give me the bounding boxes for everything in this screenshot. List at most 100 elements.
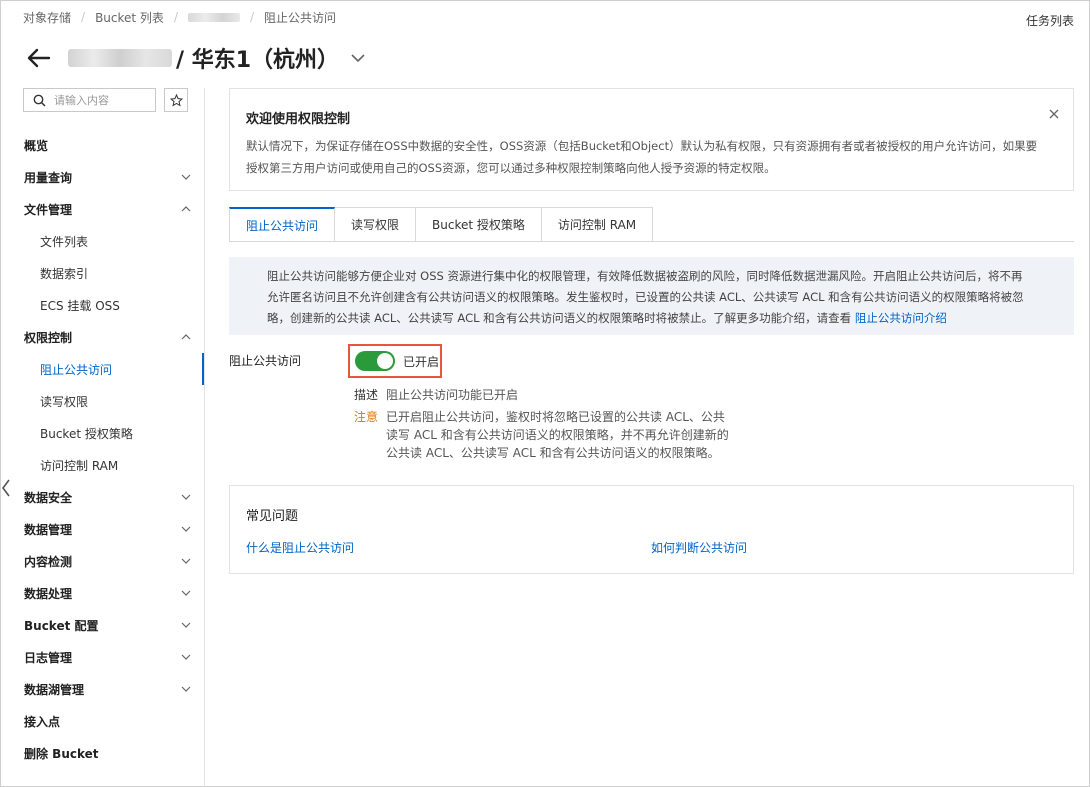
- sidebar-item-label: 日志管理: [24, 650, 73, 665]
- chevron-left-icon: [2, 479, 10, 497]
- sidebar-item[interactable]: 数据安全: [0, 481, 204, 513]
- warning-line: 已开启阻止公共访问，鉴权时将忽略已设置的公共读 ACL、公共: [386, 410, 725, 424]
- sidebar: 概览用量查询文件管理文件列表数据索引 ECS 挂载 OSS 权限控制阻止公共访问读写…: [0, 88, 205, 787]
- faq-link-what-is[interactable]: 什么是阻止公共访问: [246, 539, 354, 556]
- breadcrumb-separator: /: [81, 10, 86, 24]
- welcome-text-line: 默认情况下，为保证存储在OSS中数据的安全性，OSS资源（包括Bucket和Ob…: [246, 139, 1038, 153]
- warning-value: 已开启阻止公共访问，鉴权时将忽略已设置的公共读 ACL、公共 读写 ACL 和含有…: [386, 408, 736, 462]
- notice-line-with-link: 略，创建新的公共读 ACL、公共读写 ACL 和含有公共访问语义的权限策略时将被…: [267, 308, 1064, 329]
- page-title: / 华东1（杭州）: [176, 48, 340, 73]
- sidebar-item[interactable]: 数据处理: [0, 577, 204, 609]
- breadcrumb-bucket-list[interactable]: Bucket 列表: [95, 9, 164, 26]
- tab-divider: [229, 241, 1074, 242]
- welcome-title: 欢迎使用权限控制: [246, 112, 351, 127]
- sidebar-item[interactable]: 用量查询: [0, 161, 204, 193]
- sidebar-item-label: 接入点: [24, 714, 61, 729]
- chevron-down-icon: [181, 590, 191, 596]
- welcome-panel: 欢迎使用权限控制 默认情况下，为保证存储在OSS中数据的安全性，OSS资源（包括…: [229, 88, 1074, 191]
- sidebar-item-label: 数据索引: [40, 266, 89, 281]
- sidebar-item[interactable]: 文件列表: [0, 225, 204, 257]
- sidebar-item-label: 访问控制 RAM: [40, 458, 119, 473]
- warning-key: 注意: [354, 410, 379, 424]
- chevron-down-icon: [181, 622, 191, 628]
- chevron-down-icon: [181, 686, 191, 692]
- sidebar-search: [23, 88, 156, 112]
- chevron-down-icon[interactable]: [349, 49, 367, 67]
- toggle-status-label: 已开启: [403, 354, 440, 369]
- sidebar-item-label: 阻止公共访问: [40, 362, 113, 377]
- breadcrumb-bucket-name-redacted[interactable]: [187, 12, 240, 22]
- sidebar-item[interactable]: ECS 挂载 OSS: [0, 289, 204, 321]
- tab-bar: 阻止公共访问 读写权限 Bucket 授权策略 访问控制 RAM: [229, 207, 654, 242]
- sidebar-item[interactable]: Bucket 授权策略: [0, 417, 204, 449]
- sidebar-item[interactable]: 内容检测: [0, 545, 204, 577]
- notice-line: 阻止公共访问能够方便企业对 OSS 资源进行集中化的权限管理，有效降低数据被盗刷…: [267, 269, 1023, 283]
- warning-row: 注意 已开启阻止公共访问，鉴权时将忽略已设置的公共读 ACL、公共 读写 ACL 和…: [354, 408, 736, 462]
- sidebar-item-label: 概览: [24, 138, 49, 153]
- sidebar-item-label: 数据安全: [24, 490, 73, 505]
- sidebar-item[interactable]: 数据索引: [0, 257, 204, 289]
- sidebar-item-label: ECS 挂载 OSS: [40, 298, 120, 313]
- star-icon: [169, 93, 183, 107]
- warning-line: 读写 ACL 和含有公共访问语义的权限策略，并不再允许创建新的: [386, 428, 729, 442]
- faq-link-how-to-judge[interactable]: 如何判断公共访问: [651, 539, 747, 556]
- faq-panel: 常见问题 什么是阻止公共访问 如何判断公共访问: [229, 485, 1074, 574]
- sidebar-item[interactable]: 概览: [0, 129, 204, 161]
- sidebar-item[interactable]: 数据管理: [0, 513, 204, 545]
- sidebar-item-label: 数据管理: [24, 522, 73, 537]
- breadcrumb: 对象存储 / Bucket 列表 / / 阻止公共访问: [23, 9, 336, 25]
- warning-line: 公共读 ACL、公共读写 ACL 和含有公共访问语义的权限策略。: [386, 446, 720, 460]
- block-public-access-label: 阻止公共访问: [229, 354, 302, 368]
- description-key: 描述: [354, 388, 379, 402]
- sidebar-item-label: Bucket 配置: [24, 618, 99, 633]
- favorite-button[interactable]: [164, 88, 188, 112]
- sidebar-item[interactable]: 日志管理: [0, 641, 204, 673]
- bucket-name-redacted: [68, 49, 172, 67]
- chevron-down-icon: [181, 526, 191, 532]
- breadcrumb-separator: /: [173, 10, 178, 24]
- sidebar-item[interactable]: 接入点: [0, 705, 204, 737]
- sidebar-item-label: 用量查询: [24, 170, 73, 185]
- close-icon[interactable]: [1047, 107, 1061, 121]
- tab-read-write-acl[interactable]: 读写权限: [335, 207, 417, 242]
- sidebar-item[interactable]: 阻止公共访问: [0, 353, 204, 385]
- block-public-access-toggle[interactable]: [355, 351, 395, 371]
- sidebar-item-label: 删除 Bucket: [24, 746, 99, 761]
- chevron-down-icon: [181, 494, 191, 500]
- sidebar-item-label: 读写权限: [40, 394, 89, 409]
- sidebar-item-label: Bucket 授权策略: [40, 426, 133, 441]
- sidebar-item[interactable]: 数据湖管理: [0, 673, 204, 705]
- task-list-link[interactable]: 任务列表: [1026, 12, 1074, 29]
- breadcrumb-separator: /: [249, 10, 255, 24]
- sidebar-nav: 概览用量查询文件管理文件列表数据索引 ECS 挂载 OSS 权限控制阻止公共访问 读写…: [0, 129, 204, 769]
- info-notice: 阻止公共访问能够方便企业对 OSS 资源进行集中化的权限管理，有效降低数据被盗刷…: [229, 257, 1074, 335]
- sidebar-item-label: 数据湖管理: [24, 682, 85, 697]
- notice-learn-more-link[interactable]: 阻止公共访问介绍: [855, 311, 947, 325]
- welcome-text: 默认情况下，为保证存储在OSS中数据的安全性，OSS资源（包括Bucket和Ob…: [246, 135, 1057, 179]
- tab-bucket-policy[interactable]: Bucket 授权策略: [416, 207, 542, 242]
- sidebar-item-label: 文件列表: [40, 234, 89, 249]
- faq-title: 常见问题: [246, 509, 299, 524]
- chevron-down-icon: [181, 174, 191, 180]
- sidebar-item[interactable]: 文件管理: [0, 193, 204, 225]
- sidebar-item-label: 权限控制: [24, 330, 73, 345]
- page-header: / 华东1（杭州）: [26, 42, 367, 74]
- notice-line: 略，创建新的公共读 ACL、公共读写 ACL 和含有公共访问语义的权限策略时将被…: [267, 311, 855, 325]
- tab-access-control-ram[interactable]: 访问控制 RAM: [541, 207, 654, 242]
- description-row: 描述 阻止公共访问功能已开启: [354, 386, 736, 404]
- chevron-up-icon: [181, 334, 191, 340]
- sidebar-item-label: 文件管理: [24, 202, 73, 217]
- sidebar-item-label: 内容检测: [24, 554, 73, 569]
- sidebar-item[interactable]: Bucket 配置: [0, 609, 204, 641]
- sidebar-item[interactable]: 读写权限: [0, 385, 204, 417]
- tab-block-public-access[interactable]: 阻止公共访问: [229, 207, 336, 242]
- sidebar-item[interactable]: 访问控制 RAM: [0, 449, 204, 481]
- chevron-up-icon: [181, 206, 191, 212]
- arrow-left-icon[interactable]: [26, 45, 52, 71]
- search-icon: [33, 94, 46, 107]
- sidebar-search-input[interactable]: [54, 90, 154, 110]
- sidebar-item[interactable]: 权限控制: [0, 321, 204, 353]
- sidebar-item[interactable]: 删除 Bucket: [0, 737, 204, 769]
- sidebar-collapse-handle[interactable]: [0, 473, 12, 503]
- breadcrumb-object-storage[interactable]: 对象存储: [23, 9, 71, 26]
